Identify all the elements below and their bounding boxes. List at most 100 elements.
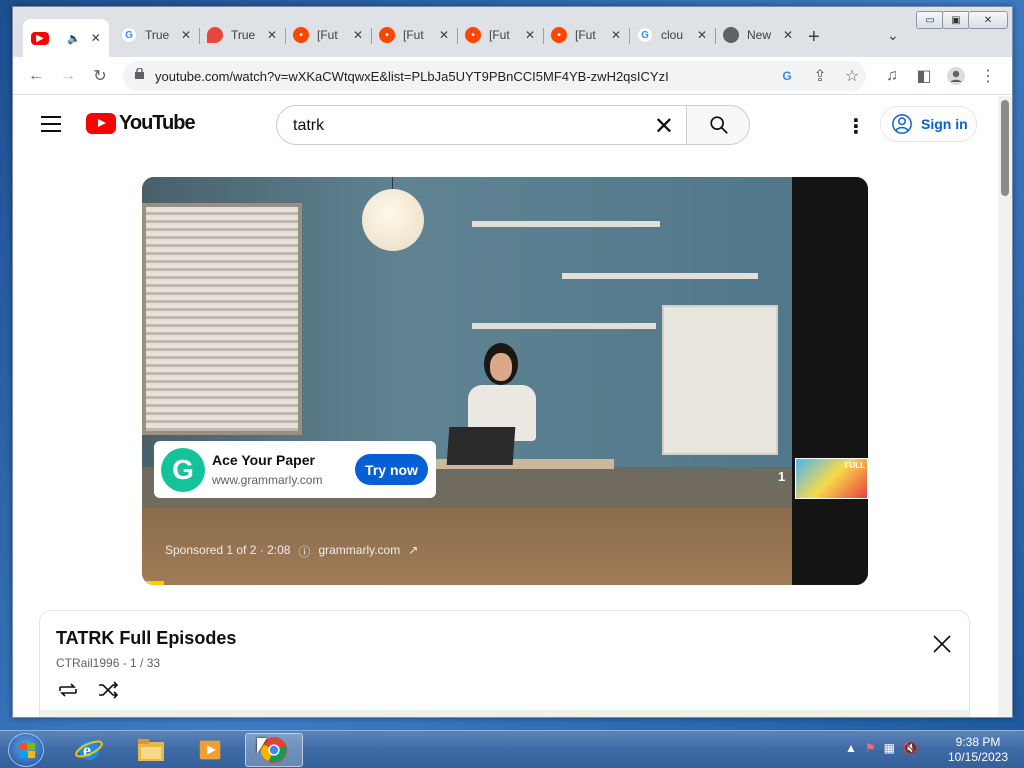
address-bar[interactable]: youtube.com/watch?v=wXKaCWtqwxE&list=PLb… (123, 61, 866, 91)
search-input[interactable]: tatrk ✕ (276, 105, 686, 145)
chrome-menu-icon[interactable]: ⋮ (977, 65, 999, 87)
tab-close-icon[interactable]: ✕ (611, 28, 621, 42)
tab-title: True (145, 28, 170, 42)
tab-close-icon[interactable]: ✕ (525, 28, 535, 42)
svg-text:G: G (782, 69, 791, 83)
volume-muted-icon[interactable]: 🔇 (903, 741, 918, 755)
maximize-button[interactable]: ▣ (942, 11, 970, 29)
scrollbar-thumb[interactable] (1001, 100, 1009, 196)
taskbar-clock[interactable]: 9:38 PM 10/15/2023 (938, 735, 1018, 765)
start-button[interactable] (8, 733, 44, 767)
video-player[interactable]: G Ace Your Paper www.grammarly.com Try n… (142, 177, 868, 585)
back-button[interactable]: ← (25, 65, 47, 87)
forward-button[interactable]: → (57, 65, 79, 87)
search-button[interactable] (686, 105, 750, 145)
page-scrollbar[interactable] (998, 96, 1012, 717)
tab-title: [Fut (489, 28, 510, 42)
share-icon[interactable]: ⇪ (809, 65, 831, 87)
tab-tinder[interactable]: True ✕ (199, 20, 285, 50)
chrome-taskbar-icon[interactable] (245, 733, 303, 767)
tab-close-icon[interactable]: ✕ (353, 28, 363, 42)
menu-icon[interactable] (41, 116, 61, 132)
search-query: tatrk (293, 117, 325, 134)
tab-search-chevron-icon[interactable]: ⌄ (887, 27, 899, 44)
chrome-window: ▶ 🔈 ✕ G True ✕ True ✕ • [Fut ✕ • [Fut ✕ (12, 6, 1013, 718)
reload-button[interactable]: ↻ (89, 65, 111, 87)
side-panel-icon[interactable]: ◧ (913, 65, 935, 87)
next-video-thumbnail[interactable]: FULL (795, 458, 868, 499)
minimize-button[interactable]: ▭ (916, 11, 944, 29)
tab-title: True (231, 28, 256, 42)
sign-in-button[interactable]: Sign in (880, 106, 977, 142)
video-frame-person (462, 343, 542, 493)
sign-in-label: Sign in (921, 116, 968, 132)
tab-close-icon[interactable]: ✕ (181, 28, 191, 42)
tab-google-1[interactable]: G True ✕ (113, 20, 199, 50)
playlist-item[interactable] (40, 710, 969, 717)
video-frame-window (142, 203, 302, 435)
reddit-icon: • (379, 27, 395, 43)
fire-icon (207, 27, 223, 43)
audio-icon[interactable]: 🔈 (67, 32, 81, 45)
media-player-icon[interactable] (182, 733, 240, 767)
playlist-panel: TATRK Full Episodes CTRail1996 - 1 / 33 (39, 610, 970, 717)
chrome-icon (723, 27, 739, 43)
reddit-icon: • (551, 27, 567, 43)
youtube-logo[interactable]: YouTube (86, 112, 196, 135)
thumbnail-badge: FULL (844, 461, 865, 470)
tab-reddit-1[interactable]: • [Fut ✕ (285, 20, 371, 50)
playlist-title[interactable]: TATRK Full Episodes (56, 628, 236, 649)
loop-icon[interactable] (56, 679, 80, 701)
system-tray: ▲ ⚑ ▦ 🔇 (845, 741, 918, 755)
tab-title: New (747, 28, 772, 42)
tab-close-icon[interactable]: ✕ (697, 28, 707, 42)
sponsored-label: Sponsored 1 of 2 · 2:08 (165, 543, 291, 557)
lock-icon (135, 68, 144, 79)
video-frame-lamp (362, 189, 424, 251)
tab-reddit-3[interactable]: • [Fut ✕ (457, 20, 543, 50)
ad-link[interactable]: grammarly.com (318, 543, 400, 560)
youtube-icon: ▶ (31, 31, 49, 45)
ad-info-bar: Sponsored 1 of 2 · 2:08 ⓘ grammarly.com … (165, 543, 418, 560)
tab-close-icon[interactable]: ✕ (439, 28, 449, 42)
google-icon: G (121, 27, 137, 43)
profile-icon[interactable] (945, 65, 967, 87)
external-link-icon: ↗ (408, 543, 419, 557)
grammarly-logo-icon: G (161, 448, 205, 492)
video-frame-cabinet (662, 305, 778, 455)
account-icon (892, 114, 912, 134)
media-control-icon[interactable]: ♫ (881, 65, 903, 87)
clear-search-icon[interactable]: ✕ (654, 112, 674, 141)
mouse-cursor (257, 738, 267, 754)
network-icon[interactable]: ▦ (884, 741, 895, 755)
google-lens-icon[interactable]: G (778, 66, 798, 86)
playlist-meta: CTRail1996 - 1 / 33 (56, 656, 161, 670)
ad-overlay-card[interactable]: G Ace Your Paper www.grammarly.com Try n… (154, 441, 436, 498)
windows-logo-icon (19, 743, 35, 758)
action-center-icon[interactable]: ⚑ (865, 741, 876, 755)
youtube-wordmark: YouTube (119, 112, 196, 134)
tab-title: clou (661, 28, 684, 42)
try-now-button[interactable]: Try now (355, 454, 428, 485)
close-playlist-icon[interactable] (931, 633, 953, 655)
reddit-icon: • (465, 27, 481, 43)
new-tab-button[interactable]: + (808, 26, 820, 49)
tab-close-icon[interactable]: ✕ (91, 31, 101, 45)
tab-close-icon[interactable]: ✕ (267, 28, 277, 42)
tab-youtube[interactable]: ▶ 🔈 ✕ (23, 19, 109, 57)
file-explorer-icon[interactable] (122, 733, 180, 767)
close-window-button[interactable]: ✕ (968, 11, 1008, 29)
tab-reddit-4[interactable]: • [Fut ✕ (543, 20, 629, 50)
tab-reddit-2[interactable]: • [Fut ✕ (371, 20, 457, 50)
info-icon[interactable]: ⓘ (298, 543, 310, 560)
tab-new-tab[interactable]: New ✕ (715, 20, 801, 50)
settings-kebab-icon[interactable]: ⋮ (846, 114, 866, 139)
tab-google-2[interactable]: G clou ✕ (629, 20, 715, 50)
bookmark-star-icon[interactable]: ☆ (841, 65, 863, 87)
show-hidden-icons-icon[interactable]: ▲ (845, 741, 857, 755)
shuffle-icon[interactable] (96, 679, 120, 701)
google-icon: G (637, 27, 653, 43)
ad-progress-bar[interactable] (146, 581, 164, 585)
internet-explorer-icon[interactable]: e (60, 733, 118, 767)
tab-close-icon[interactable]: ✕ (783, 28, 793, 42)
